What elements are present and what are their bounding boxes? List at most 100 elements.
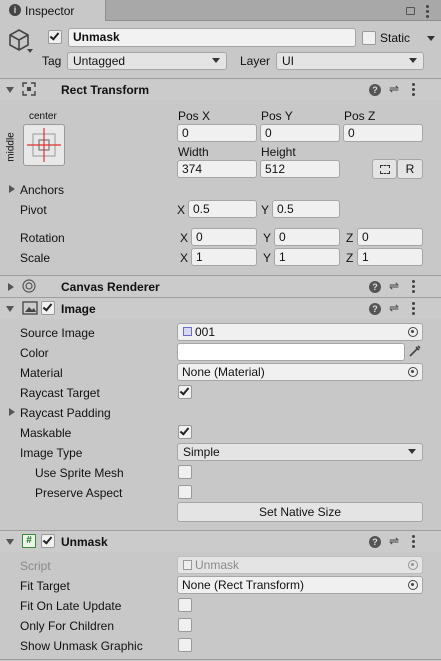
bottom-divider <box>0 659 441 660</box>
static-label: Static <box>380 31 411 45</box>
show-unmask-graphic-checkbox[interactable] <box>178 638 192 652</box>
help-icon[interactable]: ? <box>369 281 381 293</box>
component-menu-icon[interactable] <box>412 302 415 317</box>
pivot-x-label: X <box>177 203 186 217</box>
posy-field[interactable]: 0 <box>260 124 340 142</box>
set-native-size-label: Set Native Size <box>258 505 342 519</box>
unmask-header[interactable]: # Unmask ? ⇌ <box>0 530 441 552</box>
only-for-children-label: Only For Children <box>20 619 115 633</box>
pivot-y-field[interactable]: 0.5 <box>272 200 340 218</box>
icon-dropdown-arrow[interactable] <box>27 49 33 53</box>
show-unmask-graphic-label: Show Unmask Graphic <box>20 639 143 653</box>
rot-z-field[interactable]: 0 <box>357 228 423 246</box>
preset-sliders-icon[interactable]: ⇌ <box>389 534 399 548</box>
layer-value: UI <box>282 54 294 68</box>
fit-target-label: Fit Target <box>20 579 70 593</box>
rect-transform-icon <box>22 82 36 99</box>
object-picker-icon[interactable] <box>408 327 418 337</box>
chevron-down-icon <box>409 58 417 63</box>
static-checkbox[interactable] <box>362 31 376 45</box>
script-value: Unmask <box>195 558 240 572</box>
maskable-label: Maskable <box>20 426 72 440</box>
fold-arrow-icon[interactable] <box>6 539 14 545</box>
fold-arrow-icon[interactable] <box>8 283 14 291</box>
material-value: None (Material) <box>182 365 265 379</box>
raycast-padding-fold-icon[interactable] <box>9 408 15 416</box>
width-label: Width <box>178 145 209 159</box>
layer-dropdown[interactable]: UI <box>276 52 424 70</box>
width-field[interactable]: 374 <box>177 160 257 178</box>
canvas-renderer-header[interactable]: Canvas Renderer ? ⇌ <box>0 275 441 297</box>
object-name-field[interactable]: Unmask <box>68 28 356 47</box>
scale-y-field[interactable]: 1 <box>274 248 340 266</box>
active-checkbox[interactable] <box>48 30 62 44</box>
lock-icon[interactable] <box>406 7 415 15</box>
rot-y-field[interactable]: 0 <box>274 228 340 246</box>
maskable-checkbox[interactable] <box>178 425 192 439</box>
unmask-enabled-checkbox[interactable] <box>41 534 55 548</box>
pivot-label: Pivot <box>20 203 47 217</box>
source-image-field[interactable]: 001 <box>177 323 423 341</box>
image-component-icon <box>22 301 38 318</box>
object-picker-icon[interactable] <box>408 367 418 377</box>
tab-label: Inspector <box>25 4 75 18</box>
fit-target-field[interactable]: None (Rect Transform) <box>177 576 423 594</box>
object-picker-icon[interactable] <box>408 580 418 590</box>
info-icon: i <box>9 4 21 16</box>
image-header[interactable]: Image ? ⇌ <box>0 297 441 319</box>
set-native-size-button[interactable]: Set Native Size <box>177 502 423 522</box>
image-type-dropdown[interactable]: Simple <box>177 443 423 461</box>
image-title: Image <box>61 302 96 316</box>
tab-menu-icon[interactable] <box>426 5 429 20</box>
component-menu-icon[interactable] <box>412 535 415 550</box>
scale-x-label: X <box>180 251 189 265</box>
rect-transform-header[interactable]: Rect Transform ? ⇌ <box>0 78 441 100</box>
anchors-fold-icon[interactable] <box>9 185 15 193</box>
component-menu-icon[interactable] <box>412 280 415 295</box>
help-icon[interactable]: ? <box>369 84 381 96</box>
help-icon[interactable]: ? <box>369 536 381 548</box>
component-menu-icon[interactable] <box>412 83 415 98</box>
preserve-aspect-checkbox[interactable] <box>178 485 192 499</box>
anchor-preset-top-label: center <box>29 111 57 122</box>
image-enabled-checkbox[interactable] <box>41 301 55 315</box>
help-icon[interactable]: ? <box>369 303 381 315</box>
only-for-children-checkbox[interactable] <box>178 618 192 632</box>
posx-label: Pos X <box>178 109 211 123</box>
eyedropper-icon[interactable] <box>407 343 423 362</box>
tab-inspector[interactable]: i Inspector <box>0 0 106 21</box>
anchor-presets-button[interactable] <box>23 124 65 166</box>
fit-on-late-update-label: Fit On Late Update <box>20 599 122 613</box>
raycast-target-checkbox[interactable] <box>178 385 192 399</box>
pivot-x-field[interactable]: 0.5 <box>188 200 257 218</box>
preset-sliders-icon[interactable]: ⇌ <box>389 82 399 96</box>
fold-arrow-icon[interactable] <box>6 87 14 93</box>
rect-transform-title: Rect Transform <box>61 83 150 97</box>
scale-z-field[interactable]: 1 <box>357 248 423 266</box>
posz-field[interactable]: 0 <box>343 124 423 142</box>
preset-sliders-icon[interactable]: ⇌ <box>389 301 399 315</box>
posy-label: Pos Y <box>261 109 293 123</box>
scale-x-field[interactable]: 1 <box>191 248 257 266</box>
anchors-label[interactable]: Anchors <box>20 183 64 197</box>
rotation-label: Rotation <box>20 231 65 245</box>
rot-x-field[interactable]: 0 <box>191 228 257 246</box>
posx-field[interactable]: 0 <box>177 124 257 142</box>
source-image-value: 001 <box>195 325 216 339</box>
tag-dropdown[interactable]: Untagged <box>67 52 227 70</box>
dotted-rect-icon <box>380 165 390 174</box>
height-label: Height <box>261 145 296 159</box>
preset-sliders-icon[interactable]: ⇌ <box>389 279 399 293</box>
material-field[interactable]: None (Material) <box>177 363 423 381</box>
color-field[interactable] <box>177 343 405 361</box>
blueprint-mode-button[interactable] <box>372 159 397 179</box>
raycast-padding-label[interactable]: Raycast Padding <box>20 406 111 420</box>
fit-on-late-update-checkbox[interactable] <box>178 598 192 612</box>
height-field[interactable]: 512 <box>260 160 340 178</box>
fold-arrow-icon[interactable] <box>6 306 14 312</box>
static-dropdown-arrow[interactable] <box>427 36 435 41</box>
use-sprite-mesh-checkbox[interactable] <box>178 465 192 479</box>
raw-edit-label: R <box>405 162 415 176</box>
raw-edit-button[interactable]: R <box>397 159 423 179</box>
anchor-preset-icon <box>27 128 61 162</box>
